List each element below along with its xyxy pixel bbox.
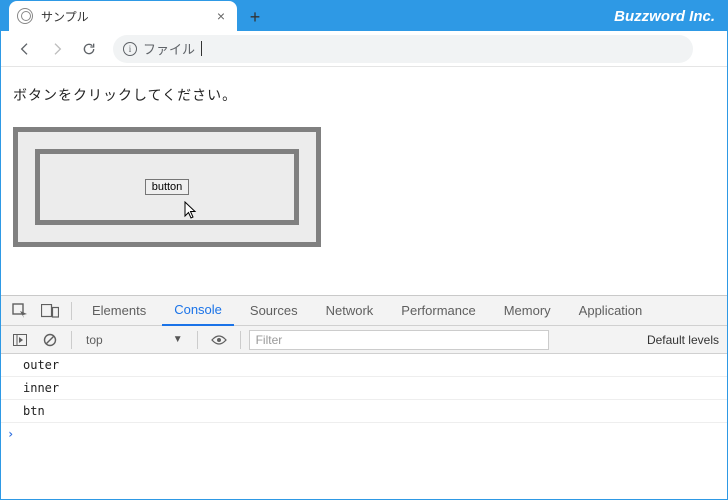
- inner-box[interactable]: button: [35, 149, 299, 225]
- console-output: outer inner btn ›: [1, 354, 727, 499]
- context-selector[interactable]: top ▼: [80, 333, 189, 347]
- device-toggle-button[interactable]: [37, 298, 63, 324]
- tab-title: サンプル: [41, 8, 89, 25]
- address-bar[interactable]: i ファイル: [113, 35, 693, 63]
- console-sidebar-toggle[interactable]: [7, 327, 33, 353]
- log-levels-selector[interactable]: Default levels: [647, 333, 721, 347]
- console-toolbar: top ▼ Filter Default levels: [1, 326, 727, 354]
- browser-window: サンプル × + Buzzword Inc. i ファイル ボタンをクリックして…: [0, 0, 728, 500]
- back-button[interactable]: [11, 35, 39, 63]
- tab-console[interactable]: Console: [162, 296, 234, 326]
- tab-application[interactable]: Application: [567, 296, 655, 326]
- separator: [71, 331, 72, 349]
- info-icon: i: [123, 42, 137, 56]
- inspect-element-button[interactable]: [7, 298, 33, 324]
- separator: [71, 302, 72, 320]
- sample-button[interactable]: button: [145, 179, 190, 195]
- outer-box[interactable]: button: [13, 127, 321, 247]
- tab-network[interactable]: Network: [314, 296, 386, 326]
- arrow-left-icon: [17, 41, 33, 57]
- reload-icon: [81, 41, 97, 57]
- live-expression-button[interactable]: [206, 327, 232, 353]
- devtools-tabs: Elements Console Sources Network Perform…: [1, 296, 727, 326]
- device-icon: [41, 304, 59, 318]
- page-content: ボタンをクリックしてください。 button: [1, 67, 727, 265]
- filter-placeholder: Filter: [256, 333, 283, 347]
- tab-performance[interactable]: Performance: [389, 296, 487, 326]
- console-prompt[interactable]: ›: [1, 423, 727, 445]
- page-instruction: ボタンをクリックしてください。: [13, 85, 715, 105]
- inspect-icon: [12, 303, 28, 319]
- tab-memory[interactable]: Memory: [492, 296, 563, 326]
- browser-titlebar: サンプル × + Buzzword Inc.: [1, 1, 727, 31]
- separator: [197, 331, 198, 349]
- devtools-panel: Elements Console Sources Network Perform…: [1, 295, 727, 499]
- separator: [240, 331, 241, 349]
- close-icon[interactable]: ×: [213, 8, 229, 24]
- forward-button[interactable]: [43, 35, 71, 63]
- new-tab-button[interactable]: +: [241, 3, 269, 31]
- console-log-line: inner: [1, 377, 727, 400]
- tab-strip: サンプル × +: [9, 1, 269, 31]
- clear-icon: [43, 333, 57, 347]
- reload-button[interactable]: [75, 35, 103, 63]
- text-cursor: [201, 41, 202, 56]
- arrow-right-icon: [49, 41, 65, 57]
- globe-icon: [17, 8, 33, 24]
- tab-elements[interactable]: Elements: [80, 296, 158, 326]
- company-label: Buzzword Inc.: [614, 8, 715, 25]
- filter-input[interactable]: Filter: [249, 330, 549, 350]
- eye-icon: [211, 334, 227, 346]
- console-log-line: outer: [1, 354, 727, 377]
- browser-tab[interactable]: サンプル ×: [9, 1, 237, 31]
- sidebar-icon: [13, 334, 27, 346]
- clear-console-button[interactable]: [37, 327, 63, 353]
- url-text: ファイル: [143, 39, 195, 58]
- context-value: top: [86, 333, 103, 347]
- chevron-down-icon: ▼: [173, 334, 183, 345]
- tab-sources[interactable]: Sources: [238, 296, 310, 326]
- toolbar: i ファイル: [1, 31, 727, 67]
- console-log-line: btn: [1, 400, 727, 423]
